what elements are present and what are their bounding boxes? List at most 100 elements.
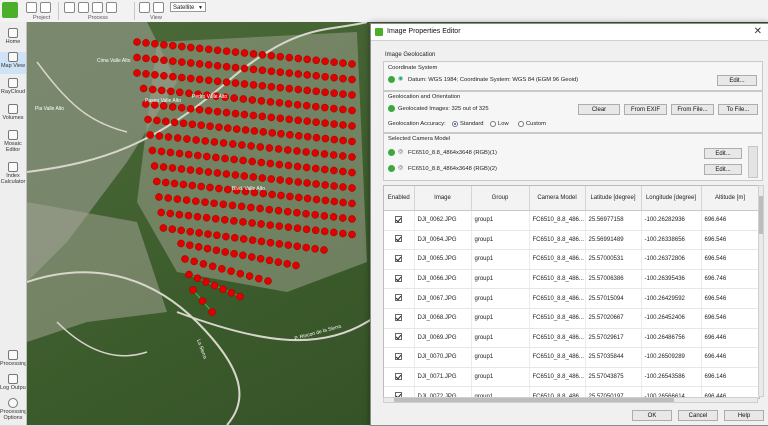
image-marker[interactable] [348, 168, 356, 177]
image-marker[interactable] [241, 126, 250, 134]
image-marker[interactable] [212, 153, 220, 162]
image-marker[interactable] [302, 163, 311, 172]
col-header-group[interactable]: Group [471, 186, 530, 211]
image-marker[interactable] [206, 183, 214, 192]
image-marker[interactable] [320, 165, 329, 174]
image-marker[interactable] [303, 179, 311, 187]
image-marker[interactable] [219, 139, 228, 147]
image-marker[interactable] [339, 90, 347, 98]
image-marker[interactable] [268, 190, 276, 199]
image-marker[interactable] [168, 41, 177, 50]
image-marker[interactable] [160, 40, 168, 49]
image-marker[interactable] [202, 213, 211, 222]
table-row[interactable]: DJI_0070.JPG group1 FC6510_8.8_486... 25.57… [384, 347, 759, 368]
image-marker[interactable] [210, 138, 219, 146]
image-marker[interactable] [339, 167, 347, 176]
image-marker[interactable] [348, 153, 356, 161]
image-marker[interactable] [240, 80, 249, 88]
image-marker[interactable] [276, 176, 284, 184]
image-marker[interactable] [245, 272, 254, 280]
image-marker[interactable] [249, 173, 258, 181]
image-marker[interactable] [330, 104, 338, 113]
image-marker[interactable] [204, 106, 213, 115]
image-marker[interactable] [197, 121, 205, 129]
image-marker[interactable] [232, 125, 241, 133]
image-marker[interactable] [247, 142, 255, 150]
image-marker[interactable] [320, 246, 328, 254]
image-marker[interactable] [222, 232, 230, 241]
image-marker[interactable] [230, 94, 238, 102]
image-marker[interactable] [348, 91, 356, 99]
image-marker[interactable] [215, 184, 223, 193]
image-marker[interactable] [239, 156, 247, 165]
image-marker[interactable] [168, 164, 177, 172]
image-marker[interactable] [348, 60, 356, 68]
image-marker[interactable] [239, 95, 248, 103]
image-marker[interactable] [188, 181, 197, 190]
image-marker[interactable] [321, 181, 329, 189]
image-marker[interactable] [236, 292, 244, 301]
image-marker[interactable] [203, 244, 212, 253]
image-marker[interactable] [231, 48, 240, 56]
image-marker[interactable] [223, 124, 232, 132]
image-marker[interactable] [339, 136, 347, 145]
image-marker[interactable] [284, 100, 293, 108]
image-marker[interactable] [220, 215, 229, 224]
image-marker[interactable] [133, 53, 141, 62]
image-marker[interactable] [191, 197, 200, 205]
open-project-icon[interactable] [40, 2, 51, 13]
image-marker[interactable] [170, 118, 179, 127]
image-marker[interactable] [312, 180, 320, 188]
image-marker[interactable] [338, 214, 347, 222]
table-row[interactable]: DJI_0068.JPG group1 FC6510_8.8_486... 25.57… [384, 308, 759, 329]
image-marker[interactable] [293, 242, 302, 251]
image-marker[interactable] [329, 228, 338, 237]
image-marker[interactable] [268, 129, 276, 137]
image-marker[interactable] [195, 75, 204, 84]
image-marker[interactable] [186, 227, 194, 236]
help-button[interactable]: Help [724, 410, 764, 421]
image-marker[interactable] [192, 136, 200, 144]
image-marker[interactable] [197, 182, 205, 191]
image-marker[interactable] [157, 208, 165, 217]
image-marker[interactable] [177, 165, 186, 173]
image-marker[interactable] [302, 148, 310, 156]
image-marker[interactable] [190, 257, 198, 266]
image-marker[interactable] [275, 99, 284, 107]
image-marker[interactable] [294, 178, 303, 186]
image-marker[interactable] [283, 207, 292, 216]
clear-button[interactable]: Clear [578, 104, 620, 115]
image-marker[interactable] [151, 55, 159, 64]
image-marker[interactable] [312, 72, 321, 80]
table-row[interactable]: DJI_0066.JPG group1 FC6510_8.8_486... 25.57… [384, 269, 759, 290]
col-header-latitude[interactable]: Latitude [degree] [585, 186, 642, 211]
image-marker[interactable] [227, 288, 236, 297]
image-marker[interactable] [258, 174, 267, 182]
image-marker[interactable] [175, 88, 184, 97]
image-marker[interactable] [293, 208, 301, 217]
image-marker[interactable] [329, 151, 338, 159]
image-marker[interactable] [204, 61, 213, 69]
image-marker[interactable] [265, 256, 274, 265]
close-icon[interactable]: ✕ [754, 26, 762, 37]
image-marker[interactable] [258, 50, 267, 59]
image-marker[interactable] [177, 42, 186, 51]
image-marker[interactable] [330, 166, 338, 175]
image-marker[interactable] [266, 221, 274, 229]
image-marker[interactable] [274, 206, 283, 215]
image-marker[interactable] [256, 143, 265, 151]
image-marker[interactable] [179, 119, 188, 128]
image-marker[interactable] [283, 259, 292, 268]
image-marker[interactable] [257, 158, 266, 167]
image-marker[interactable] [223, 185, 232, 194]
image-marker[interactable] [221, 154, 229, 163]
image-marker[interactable] [204, 230, 212, 238]
image-marker[interactable] [188, 120, 197, 129]
image-marker[interactable] [293, 224, 302, 232]
image-marker[interactable] [266, 159, 275, 168]
zoom-in-icon[interactable] [139, 2, 150, 13]
image-marker[interactable] [321, 196, 330, 205]
image-marker[interactable] [213, 62, 222, 70]
table-row[interactable]: DJI_0071.JPG group1 FC6510_8.8_486... 25.57… [384, 367, 759, 388]
col-header-longitude[interactable]: Longitude [degree] [641, 186, 702, 211]
